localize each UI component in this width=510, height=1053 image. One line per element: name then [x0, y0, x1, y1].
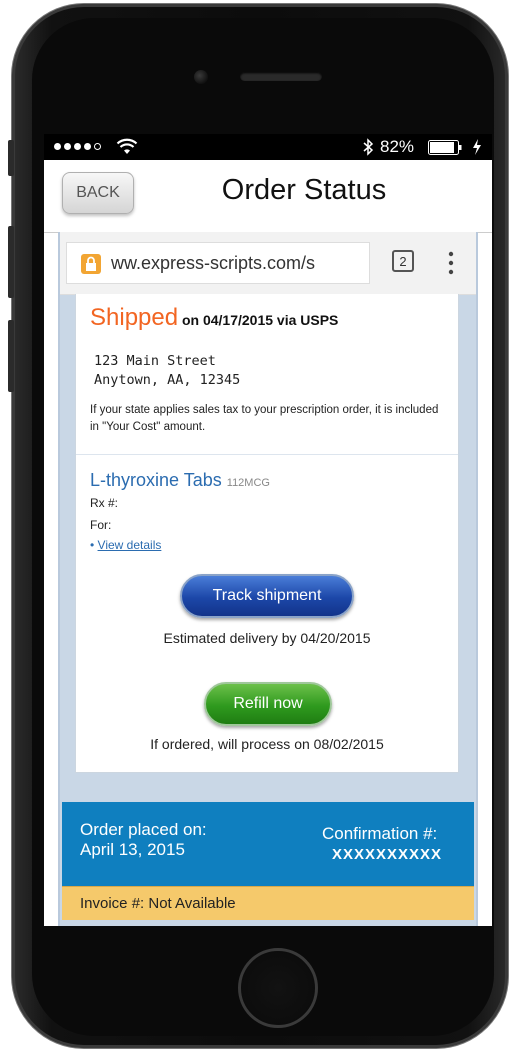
- front-camera: [194, 70, 208, 84]
- more-vert-icon[interactable]: [448, 250, 454, 276]
- shipment-card: Shipped on 04/17/2015 via USPS 123 Main …: [75, 294, 459, 773]
- bluetooth-icon: [363, 138, 374, 156]
- earpiece-speaker: [240, 72, 322, 81]
- signal-dot-empty: [94, 143, 101, 150]
- address-line: 123 Main Street: [94, 353, 216, 369]
- address-line: Anytown, AA, 12345: [94, 372, 241, 388]
- lock-icon: [81, 254, 101, 274]
- shipping-address: 123 Main Street Anytown, AA, 12345: [94, 352, 240, 390]
- confirmation-label: Confirmation #:: [322, 824, 438, 843]
- nav-bar: BACK Order Status: [44, 160, 492, 233]
- wifi-icon: [116, 138, 138, 154]
- refill-note: If ordered, will process on 08/02/2015: [150, 736, 384, 752]
- rx-number-label: Rx #:: [90, 496, 119, 510]
- shipment-status: Shipped on 04/17/2015 via USPS: [90, 304, 338, 332]
- url-text: ww.express-scripts.com/s: [111, 253, 316, 273]
- url-field[interactable]: ww.express-scripts.com/s: [66, 242, 370, 284]
- order-placed-label: Order placed on:: [80, 820, 207, 839]
- confirmation-number: XXXXXXXXXX: [332, 846, 443, 863]
- divider: [76, 454, 458, 455]
- estimated-delivery: Estimated delivery by 04/20/2015: [163, 630, 371, 646]
- invoice-panel: Invoice #: Not Available: [62, 886, 474, 920]
- bullet: •: [90, 538, 95, 552]
- shipped-status-word: Shipped: [90, 304, 179, 331]
- signal-strength: [54, 143, 101, 150]
- view-details-link[interactable]: View details: [98, 538, 162, 552]
- battery-percent: 82%: [380, 137, 415, 156]
- phone-screen: 82% BACK Order Status ww.express-scripts…: [44, 134, 492, 926]
- tabs-icon[interactable]: 2: [392, 250, 414, 272]
- drug-strength: 112MCG: [226, 477, 270, 489]
- status-bar: 82%: [44, 134, 492, 160]
- order-placed-date: April 13, 2015: [80, 840, 185, 859]
- signal-dot: [54, 143, 61, 150]
- volume-down-button: [8, 320, 14, 392]
- mute-switch: [8, 140, 14, 176]
- page-title: Order Status: [221, 174, 387, 206]
- back-button[interactable]: BACK: [62, 172, 134, 214]
- signal-dot: [64, 143, 71, 150]
- view-details: • View details: [90, 538, 161, 552]
- browser-url-bar: ww.express-scripts.com/s 2: [60, 232, 476, 295]
- shipped-detail: on 04/17/2015 via USPS: [178, 312, 339, 328]
- signal-dot: [84, 143, 91, 150]
- volume-up-button: [8, 226, 14, 298]
- drug-name: L-thyroxine Tabs 112MCG: [90, 470, 270, 491]
- drug-name-text: L-thyroxine Tabs: [90, 470, 222, 490]
- patient-for-label: For:: [90, 518, 112, 532]
- signal-dot: [74, 143, 81, 150]
- home-button[interactable]: [238, 948, 318, 1028]
- invoice-number: Invoice #: Not Available: [80, 895, 236, 912]
- charging-icon: [473, 139, 481, 155]
- battery-icon: [428, 140, 462, 155]
- tax-note: If your state applies sales tax to your …: [90, 404, 439, 433]
- refill-now-button[interactable]: Refill now: [204, 682, 332, 726]
- embedded-browser: ww.express-scripts.com/s 2 Shipped on 04…: [58, 232, 478, 926]
- track-shipment-button[interactable]: Track shipment: [180, 574, 354, 618]
- order-summary-panel: Order placed on: April 13, 2015 Confirma…: [62, 802, 474, 886]
